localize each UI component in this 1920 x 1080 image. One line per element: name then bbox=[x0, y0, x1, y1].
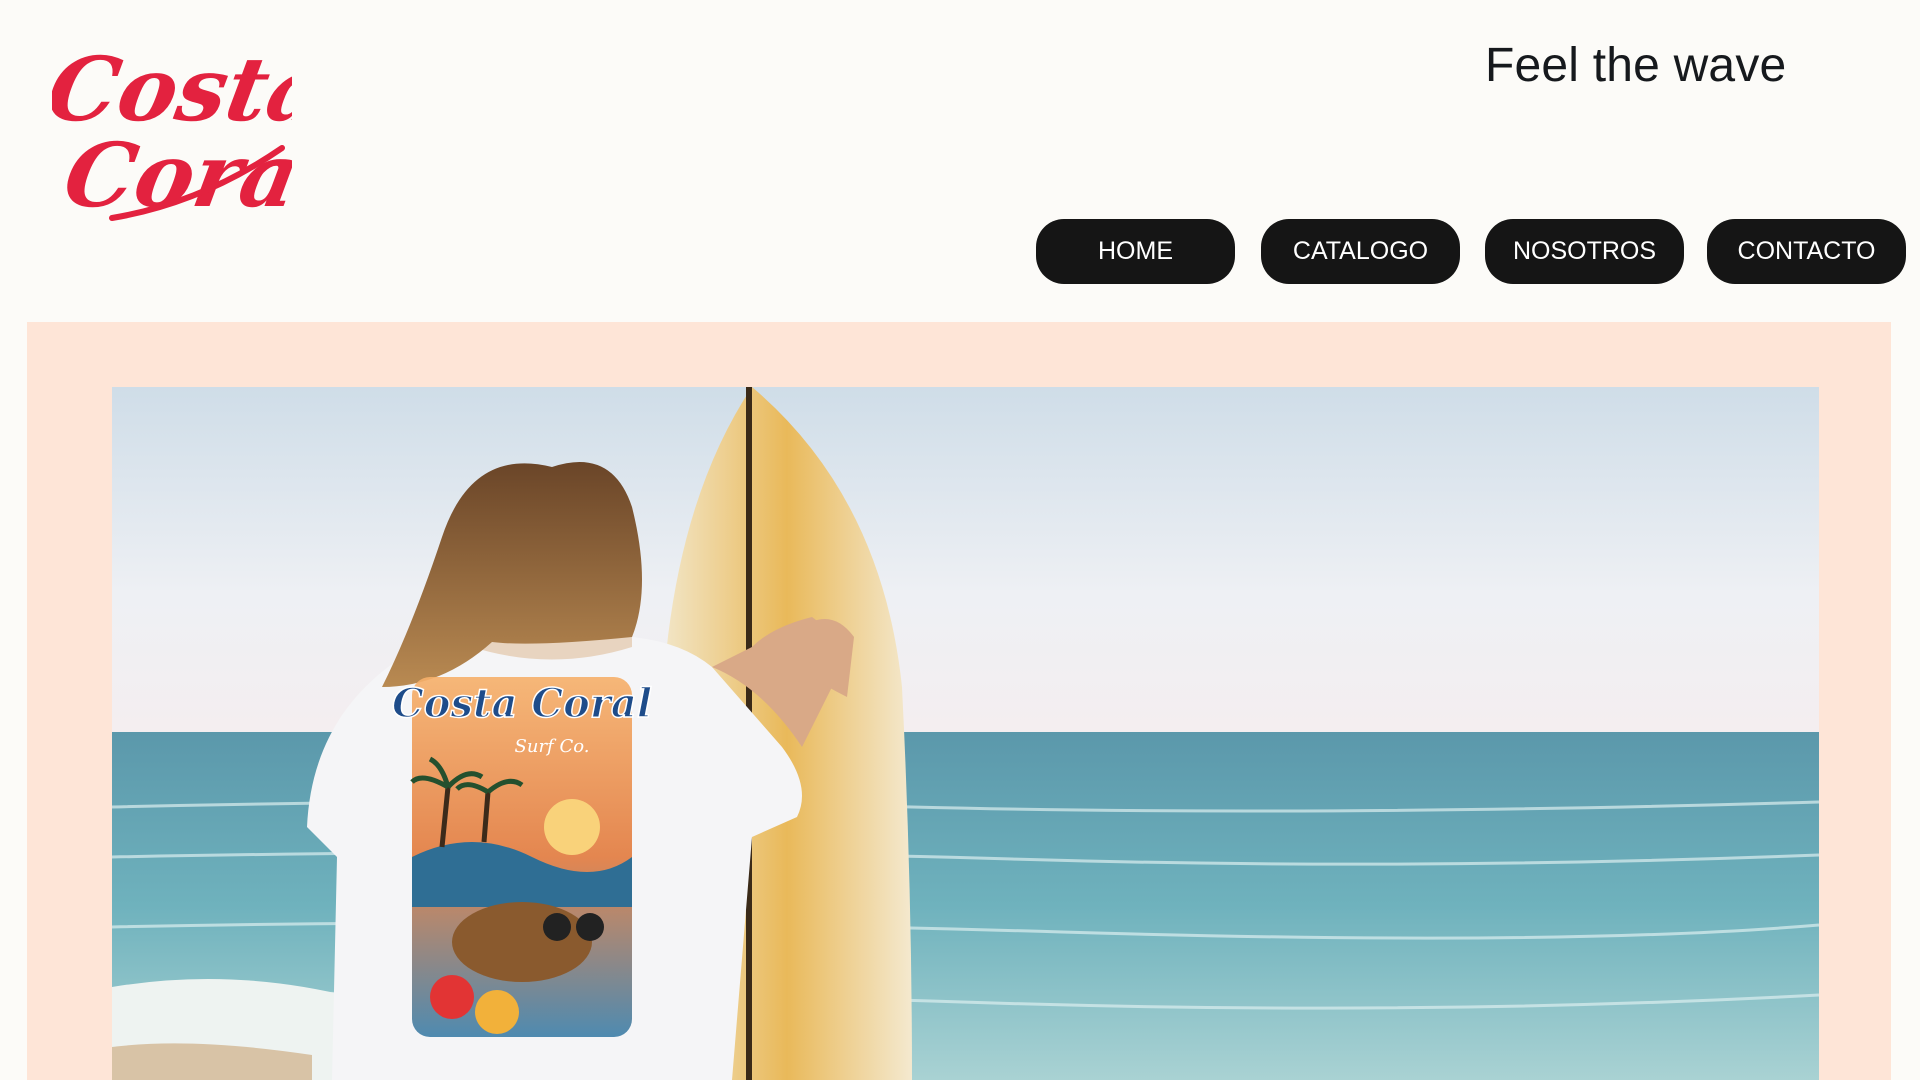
shirt-print: Costa Coral Surf Co. bbox=[391, 677, 653, 1037]
nav-contacto-button[interactable]: CONTACTO bbox=[1707, 219, 1906, 284]
hero-image: Costa Coral Surf Co. bbox=[112, 387, 1819, 1080]
main-nav: HOME CATALOGO NOSOTROS CONTACTO bbox=[0, 219, 1920, 284]
header-tagline: Feel the wave bbox=[1485, 39, 1787, 92]
shirt-print-subtitle: Surf Co. bbox=[515, 736, 590, 757]
brand-logo[interactable]: Costa Coral bbox=[40, 28, 341, 228]
nav-home-button[interactable]: HOME bbox=[1036, 219, 1235, 284]
logo-text-line2: Coral bbox=[57, 124, 292, 227]
nav-catalogo-button[interactable]: CATALOGO bbox=[1261, 219, 1460, 284]
nav-nosotros-button[interactable]: NOSOTROS bbox=[1485, 219, 1684, 284]
shirt-print-title: Costa Coral bbox=[392, 680, 652, 727]
costa-coral-logo-icon: Costa Coral bbox=[40, 38, 341, 227]
hero-beach-photo: Costa Coral Surf Co. bbox=[112, 387, 1819, 1080]
